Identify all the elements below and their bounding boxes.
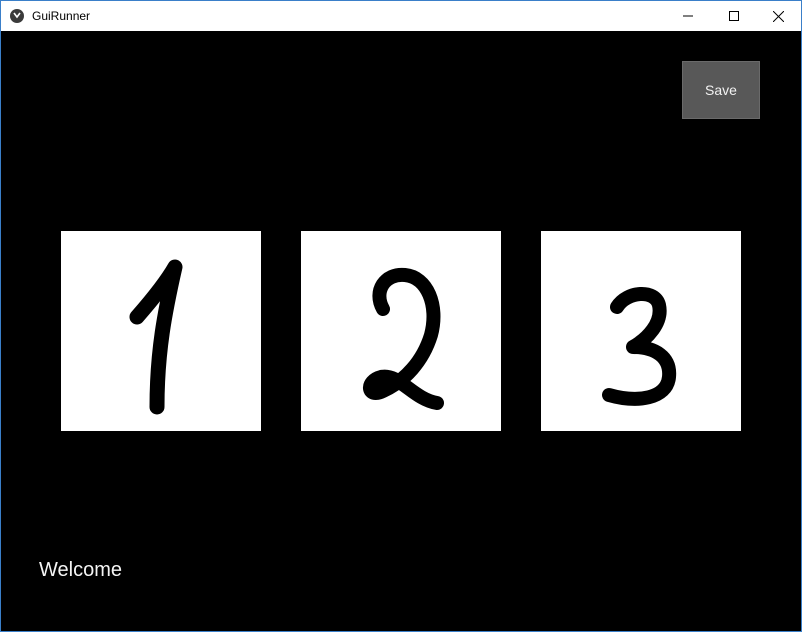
save-button[interactable]: Save <box>682 61 760 119</box>
minimize-icon <box>683 11 693 21</box>
window-title: GuiRunner <box>32 9 91 23</box>
status-message: Welcome <box>39 559 122 581</box>
digit-image-3 <box>541 231 741 431</box>
minimize-button[interactable] <box>665 1 711 31</box>
maximize-button[interactable] <box>711 1 757 31</box>
app-window: GuiRunner Save Welcome <box>0 0 802 632</box>
handwritten-digit-3-drawing <box>602 287 677 406</box>
close-icon <box>772 10 784 22</box>
app-logo-icon <box>10 9 24 23</box>
digit-image-2 <box>301 231 501 431</box>
close-button[interactable] <box>755 1 801 31</box>
maximize-icon <box>729 11 739 21</box>
handwritten-digit-1-drawing <box>129 259 183 415</box>
main-canvas: Save Welcome <box>1 31 801 631</box>
title-bar[interactable]: GuiRunner <box>1 1 801 31</box>
digit-image-1 <box>61 231 261 431</box>
handwritten-digit-2-drawing <box>363 267 444 410</box>
